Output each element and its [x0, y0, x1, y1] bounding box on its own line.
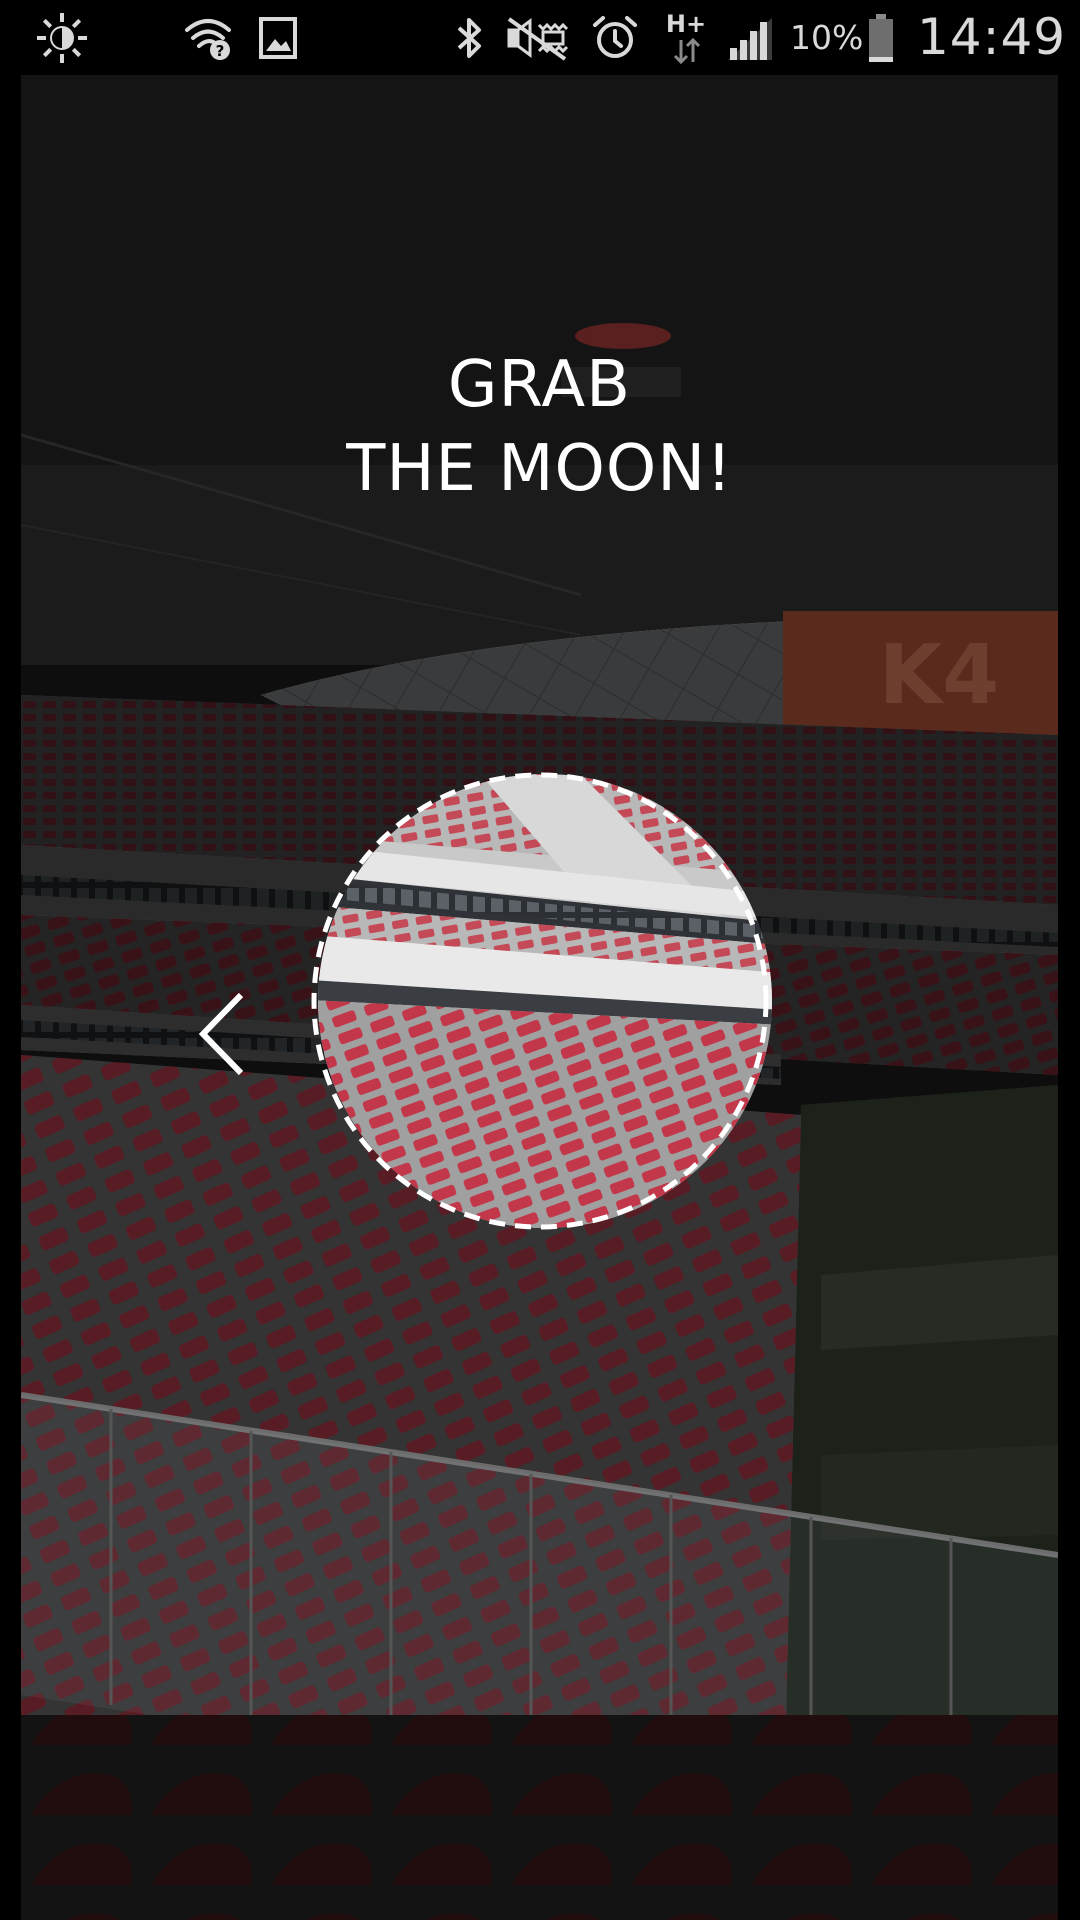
chevron-left-icon[interactable]	[193, 989, 265, 1079]
clock: 14:49	[917, 8, 1067, 66]
brightness-icon	[34, 10, 90, 66]
k4-section-sign: K4	[879, 628, 1000, 723]
bluetooth-icon	[452, 10, 488, 66]
battery-icon	[866, 10, 896, 66]
wifi-unknown-icon: ?	[183, 10, 233, 66]
headline-line-1: GRAB	[447, 348, 632, 422]
headline-line-2: THE MOON!	[346, 432, 733, 506]
battery-percent: 10%	[790, 17, 864, 57]
mute-icon	[503, 10, 575, 66]
image-icon	[256, 10, 300, 66]
hplus-data-icon: H+	[668, 10, 712, 66]
grab-the-moon-title: GRAB THE MOON!	[21, 343, 1058, 511]
network-type-label: H+	[668, 10, 706, 38]
svg-text:?: ?	[216, 42, 225, 60]
moon-target-circle[interactable]	[311, 772, 769, 1230]
status-bar: ? H+ 10% 14:49	[0, 0, 1080, 75]
signal-icon	[724, 10, 776, 66]
alarm-icon	[590, 10, 640, 66]
camera-viewport[interactable]: K4 GRAB THE MOON!	[21, 75, 1058, 1920]
